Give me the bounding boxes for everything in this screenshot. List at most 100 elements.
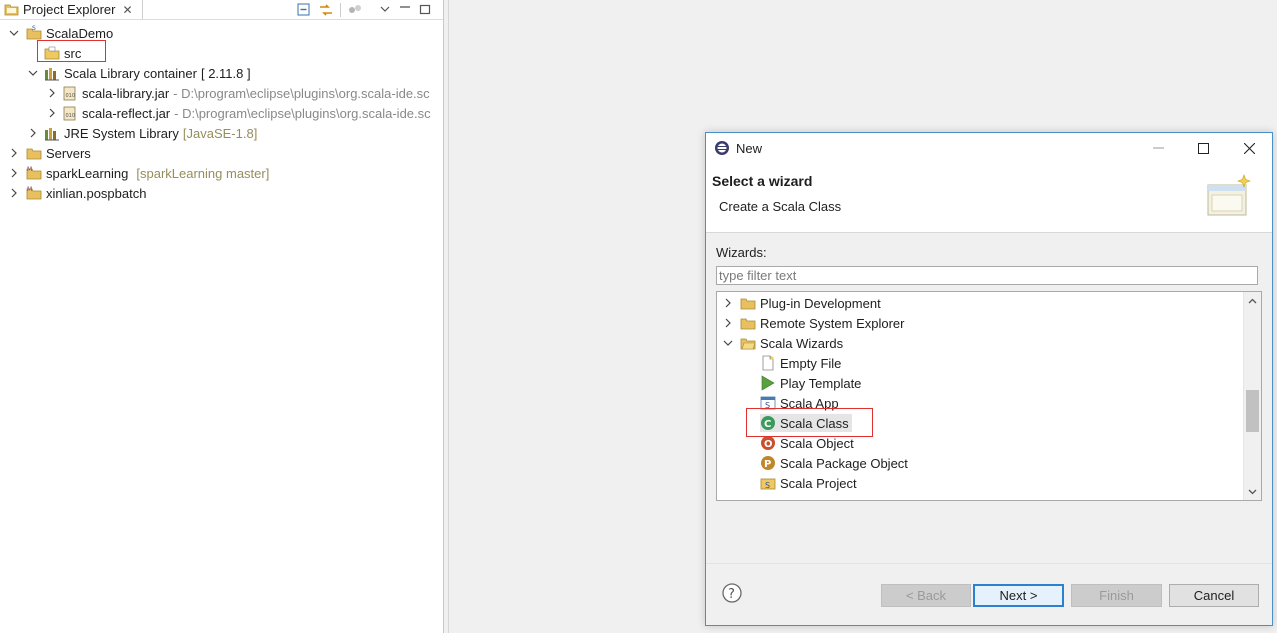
- scala-project-icon: S: [26, 25, 42, 40]
- tree-path: - D:\program\eclipse\plugins\org.scala-i…: [174, 105, 431, 121]
- scrollbar-thumb[interactable]: [1246, 390, 1259, 432]
- jar-icon: 010: [63, 86, 76, 101]
- maximize-button[interactable]: [1180, 133, 1226, 163]
- chevron-right-icon[interactable]: [722, 297, 734, 309]
- wizard-category-plugin-development[interactable]: Plug-in Development: [722, 293, 881, 313]
- minimize-icon: [1152, 147, 1164, 149]
- tab-project-explorer[interactable]: Project Explorer ✕: [0, 0, 143, 19]
- highlight-box-src: [37, 40, 106, 62]
- wizard-category-scala-wizards[interactable]: Scala Wizards: [722, 333, 843, 353]
- wizard-tree: Plug-in Development Remote System Explor…: [716, 291, 1262, 501]
- jar-icon: 010: [63, 106, 76, 121]
- tree-label: JRE System Library: [64, 125, 179, 141]
- finish-button[interactable]: Finish: [1071, 584, 1162, 607]
- view-menu-icon[interactable]: [376, 1, 394, 18]
- tree-item-jre-system-library[interactable]: JRE System Library [JavaSE-1.8]: [27, 123, 257, 143]
- close-button[interactable]: [1226, 133, 1272, 163]
- help-icon[interactable]: ?: [722, 583, 742, 603]
- svg-text:M: M: [27, 166, 32, 173]
- wizard-label: Remote System Explorer: [760, 315, 905, 331]
- wizard-label: Scala Project: [780, 475, 857, 491]
- scala-project-icon: S: [760, 478, 776, 490]
- chevron-down-icon[interactable]: [722, 337, 734, 349]
- back-button[interactable]: < Back: [881, 584, 971, 607]
- chevron-right-icon[interactable]: [722, 317, 734, 329]
- highlight-box-scala-class: [746, 408, 873, 437]
- tree-item-scala-reflect-jar[interactable]: 010 scala-reflect.jar - D:\program\eclip…: [46, 103, 431, 123]
- svg-text:O: O: [764, 439, 773, 450]
- filter-icon[interactable]: [346, 1, 364, 18]
- wizard-item-scala-project[interactable]: S Scala Project: [760, 473, 857, 493]
- tree-path: - D:\program\eclipse\plugins\org.scala-i…: [173, 85, 430, 101]
- project-explorer-icon: [4, 4, 19, 16]
- tree-label: ScalaDemo: [46, 25, 114, 41]
- wizard-label: Play Template: [780, 375, 862, 391]
- tree-item-sparklearning[interactable]: M sparkLearning [sparkLearning master]: [8, 163, 269, 183]
- project-explorer-view: Project Explorer ✕ S ScalaDemo src Scala…: [0, 0, 444, 633]
- wizard-item-empty-file[interactable]: Empty File: [760, 353, 841, 373]
- chevron-right-icon[interactable]: [8, 187, 20, 199]
- wizard-label: Scala Package Object: [780, 455, 908, 471]
- next-button[interactable]: Next >: [973, 584, 1064, 607]
- folder-icon: [740, 298, 756, 310]
- chevron-down-icon[interactable]: [8, 27, 20, 39]
- wizard-category-remote-system-explorer[interactable]: Remote System Explorer: [722, 313, 905, 333]
- maven-project-icon: M: [26, 166, 42, 180]
- chevron-right-icon[interactable]: [46, 107, 58, 119]
- wizard-tree-scrollbar[interactable]: [1243, 292, 1261, 500]
- scroll-up-icon[interactable]: [1244, 292, 1261, 309]
- tab-label: Project Explorer: [23, 2, 116, 17]
- minimize-button[interactable]: [1135, 133, 1181, 163]
- tree-label: Scala Library container: [64, 65, 197, 81]
- link-with-editor-icon[interactable]: [317, 1, 335, 18]
- tree-label: xinlian.pospbatch: [46, 185, 147, 201]
- tree-item-servers[interactable]: Servers: [8, 143, 91, 163]
- tree-label: scala-reflect.jar: [82, 105, 171, 121]
- tree-decoration: [sparkLearning master]: [136, 165, 270, 181]
- empty-file-icon: [762, 355, 774, 371]
- close-icon: [1243, 142, 1255, 154]
- wizard-label: Plug-in Development: [760, 295, 881, 311]
- page-title: Select a wizard: [712, 173, 813, 189]
- view-tab-bar: Project Explorer ✕: [0, 0, 443, 20]
- minimize-icon[interactable]: [396, 1, 414, 18]
- tree-item-scala-library-container[interactable]: Scala Library container [ 2.11.8 ]: [27, 63, 251, 83]
- tree-item-xinlian-pospbatch[interactable]: M xinlian.pospbatch: [8, 183, 146, 203]
- tree-item-scala-library-jar[interactable]: 010 scala-library.jar - D:\program\eclip…: [46, 83, 430, 103]
- svg-text:S: S: [765, 481, 770, 490]
- svg-text:?: ?: [728, 587, 735, 602]
- collapse-all-icon[interactable]: [294, 1, 312, 18]
- cancel-button[interactable]: Cancel: [1169, 584, 1259, 607]
- wizard-item-scala-package-object[interactable]: P Scala Package Object: [760, 453, 908, 473]
- chevron-right-icon[interactable]: [8, 147, 20, 159]
- wizard-item-play-template[interactable]: Play Template: [760, 373, 861, 393]
- maximize-icon: [1197, 142, 1209, 154]
- eclipse-icon: [715, 141, 729, 155]
- library-icon: [45, 128, 59, 141]
- tree-decoration: [JavaSE-1.8]: [182, 125, 258, 141]
- open-folder-icon: [740, 338, 756, 350]
- close-icon[interactable]: ✕: [122, 3, 132, 17]
- scala-package-object-icon: P: [761, 456, 775, 470]
- chevron-right-icon[interactable]: [46, 87, 58, 99]
- chevron-right-icon[interactable]: [27, 127, 39, 139]
- wizard-filter-input[interactable]: [716, 266, 1258, 285]
- library-icon: [45, 68, 59, 81]
- dialog-titlebar[interactable]: New: [706, 133, 1272, 163]
- svg-text:M: M: [27, 186, 32, 193]
- wizard-banner: Select a wizard Create a Scala Class: [706, 163, 1272, 233]
- tree-label: scala-library.jar: [82, 85, 170, 101]
- scroll-down-icon[interactable]: [1244, 483, 1261, 500]
- chevron-right-icon[interactable]: [8, 167, 20, 179]
- maximize-icon[interactable]: [416, 1, 434, 18]
- editor-area-divider: [448, 0, 449, 633]
- footer-separator: [706, 563, 1272, 564]
- wizard-label: Scala Wizards: [760, 335, 844, 351]
- maven-project-icon: M: [26, 186, 42, 200]
- scala-object-icon: O: [761, 436, 775, 450]
- new-wizard-dialog: New Select a wizard Create a Scala Class…: [705, 132, 1273, 626]
- view-toolbar: [294, 0, 434, 19]
- play-icon: [761, 375, 775, 391]
- chevron-down-icon[interactable]: [27, 67, 39, 79]
- wizard-label: Empty File: [780, 355, 842, 371]
